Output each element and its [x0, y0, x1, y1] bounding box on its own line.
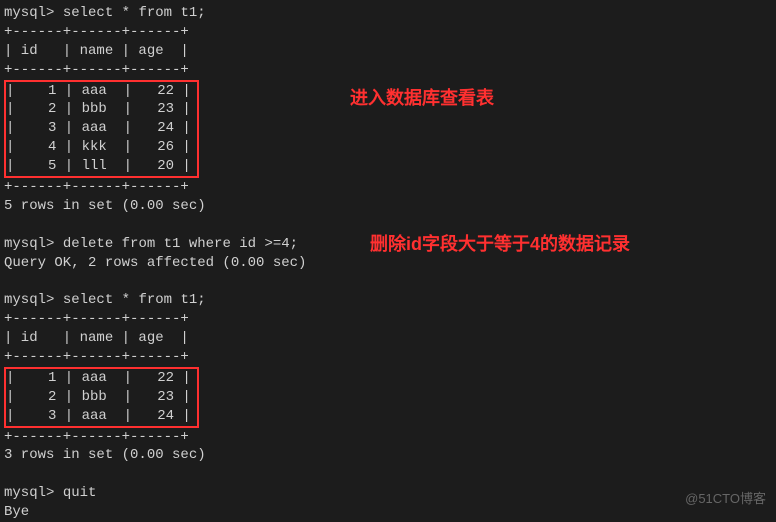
mysql-prompt: mysql>	[4, 292, 54, 308]
annotation-text: 删除id字段大于等于4的数据记录	[370, 232, 630, 256]
table-row: | 4 | kkk | 26 |	[6, 138, 191, 157]
mysql-prompt: mysql>	[4, 236, 54, 252]
highlight-box: | 1 | aaa | 22 | | 2 | bbb | 23 | | 3 | …	[4, 367, 199, 428]
table-row: | 1 | aaa | 22 |	[6, 82, 191, 101]
table-row: | 1 | aaa | 22 |	[6, 369, 191, 388]
table-border: +------+------+------+	[4, 178, 772, 197]
terminal-output: mysql> select * from t1; +------+------+…	[4, 4, 772, 522]
table-border: +------+------+------+	[4, 310, 772, 329]
table-border: +------+------+------+	[4, 428, 772, 447]
table-row: | 2 | bbb | 23 |	[6, 100, 191, 119]
table-row: | 3 | aaa | 24 |	[6, 407, 191, 426]
blank-line	[4, 465, 772, 484]
watermark: @51CTO博客	[685, 490, 766, 508]
blank-line	[4, 272, 772, 291]
query-result: Query OK, 2 rows affected (0.00 sec)	[4, 254, 772, 273]
command-line: mysql> select * from t1;	[4, 291, 772, 310]
command-line: mysql> quit	[4, 484, 772, 503]
sql-query: select * from t1;	[63, 292, 206, 308]
mysql-prompt: mysql>	[4, 485, 54, 501]
result-footer: 3 rows in set (0.00 sec)	[4, 446, 772, 465]
annotation-text: 进入数据库查看表	[350, 86, 494, 110]
table-border: +------+------+------+	[4, 61, 772, 80]
table-border: +------+------+------+	[4, 23, 772, 42]
sql-query: select * from t1;	[63, 5, 206, 21]
sql-command: quit	[63, 485, 97, 501]
sql-query: delete from t1 where id >=4;	[63, 236, 298, 252]
command-line: mysql> select * from t1;	[4, 4, 772, 23]
table-header: | id | name | age |	[4, 329, 772, 348]
table-row: | 3 | aaa | 24 |	[6, 119, 191, 138]
highlight-box: | 1 | aaa | 22 | | 2 | bbb | 23 | | 3 | …	[4, 80, 199, 178]
bye-message: Bye	[4, 503, 772, 522]
result-footer: 5 rows in set (0.00 sec)	[4, 197, 772, 216]
table-header: | id | name | age |	[4, 42, 772, 61]
mysql-prompt: mysql>	[4, 5, 54, 21]
table-border: +------+------+------+	[4, 348, 772, 367]
table-row: | 2 | bbb | 23 |	[6, 388, 191, 407]
table-row: | 5 | lll | 20 |	[6, 157, 191, 176]
